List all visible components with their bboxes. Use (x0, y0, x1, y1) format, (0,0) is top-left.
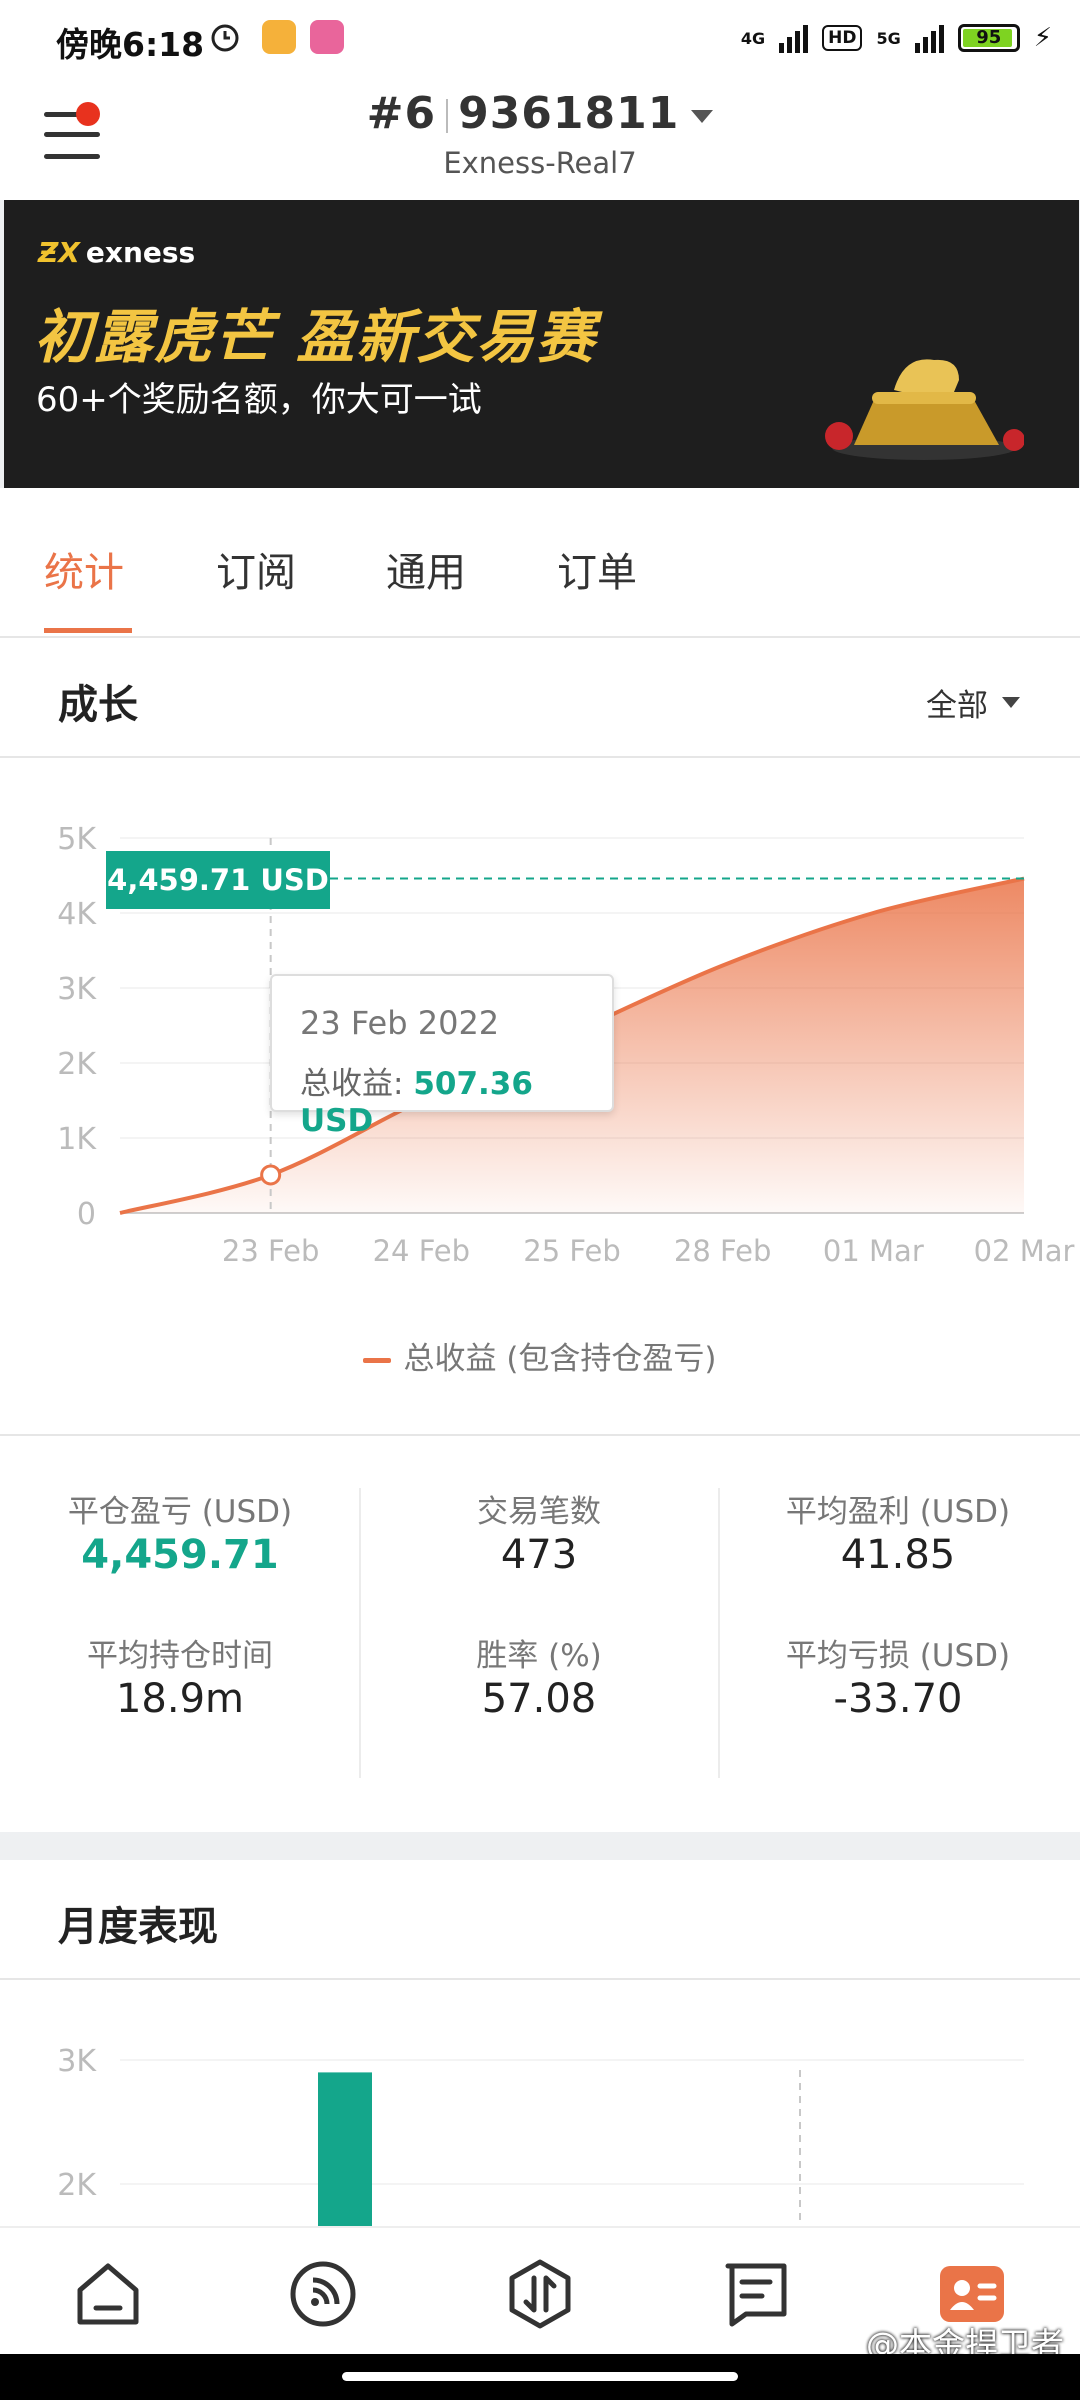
charging-icon: ⚡ (1033, 23, 1052, 53)
win-rate-value: 57.08 (481, 1676, 597, 1722)
account-separator (446, 99, 449, 133)
y-tick-label: 0 (77, 1197, 96, 1232)
y-tick-label: 2K (57, 2168, 97, 2203)
y-tick-label: 3K (57, 2044, 97, 2079)
tooltip-value-row: 总收益: 507.36 USD (300, 1058, 612, 1139)
legend-swatch (363, 1358, 392, 1363)
current-value-tag: 4,459.71 USD (106, 851, 330, 909)
chart-tooltip: 23 Feb 2022 总收益: 507.36 USD (270, 974, 614, 1139)
network-type-1: 4G (740, 28, 766, 48)
monthly-chart[interactable]: 3K 2K (0, 1980, 1080, 2226)
period-filter[interactable]: 全部 (926, 680, 1020, 725)
trade-count-value: 473 (500, 1532, 578, 1578)
home-indicator[interactable] (342, 2372, 738, 2381)
tab-subscription[interactable]: 订阅 (216, 540, 296, 598)
x-tick-label: 25 Feb (523, 1234, 620, 1268)
tooltip-date: 23 Feb 2022 (300, 1004, 500, 1042)
game-app-icon (310, 20, 344, 54)
promo-banner[interactable]: ƵX exness 初露虎芒 盈新交易赛 60+个奖励名额，你大可一试 (4, 200, 1079, 488)
battery-icon: 95 (957, 24, 1020, 52)
signal-feed-icon[interactable] (285, 2256, 361, 2332)
chevron-down-icon (691, 109, 714, 123)
chevron-down-icon (1002, 697, 1020, 708)
growth-title: 成长 (58, 682, 138, 728)
home-icon[interactable] (70, 2256, 146, 2332)
monthly-header: 月度表现 (0, 1860, 1080, 1980)
status-right: 4G HD 5G 95 ⚡ (741, 18, 1052, 58)
legend-label: 总收益 (包含持仓盈亏) (403, 1341, 717, 1377)
growth-chart-card: 0 1K 2K 3K 4K 5K 23 Feb 24 Feb 25 Feb 28 Feb 01 Ma… (0, 758, 1080, 1436)
stats-column-3: 平均盈利 (USD) 41.85 平均亏损 (USD) -33.70 (720, 1486, 1076, 1786)
gesture-bar (0, 2354, 1080, 2400)
tab-bar: 统计 订阅 通用 订单 (0, 488, 1080, 638)
period-filter-label: 全部 (926, 688, 988, 724)
y-tick-label: 2K (57, 1047, 97, 1082)
status-bar: 傍晚6:18 4G HD 5G 95 ⚡ (0, 0, 1080, 78)
hover-point[interactable] (260, 1164, 282, 1186)
trade-count-label: 交易笔数 (477, 1494, 601, 1530)
tab-statistics[interactable]: 统计 (44, 540, 124, 598)
x-tick-label: 28 Feb (674, 1234, 771, 1268)
monthly-chart-card: 3K 2K (0, 1980, 1080, 2226)
hd-badge: HD (822, 25, 863, 51)
server-name: Exness-Real7 (443, 146, 637, 180)
account-number: 9361811 (458, 88, 680, 139)
account-selector[interactable]: #6 9361811 (0, 88, 1080, 139)
y-tick-label: 3K (57, 972, 97, 1007)
trade-icon[interactable] (502, 2256, 578, 2332)
signal-icon-2 (914, 23, 944, 53)
active-tab-indicator (44, 628, 132, 633)
x-tick-label: 23 Feb (222, 1234, 319, 1268)
banner-subtitle: 60+个奖励名额，你大可一试 (36, 380, 482, 420)
stats-column-1: 平仓盈亏 (USD) 4,459.71 平均持仓时间 18.9m (2, 1486, 358, 1786)
status-time: 傍晚6:18 (56, 25, 205, 64)
tab-general[interactable]: 通用 (386, 540, 466, 598)
tiger-podium-image (825, 359, 1024, 460)
exness-logo: ƵX exness (38, 236, 196, 269)
y-tick-label: 1K (57, 1122, 97, 1157)
signal-icon (779, 23, 809, 53)
growth-header: 成长 全部 (0, 638, 1080, 758)
notes-app-icon (262, 20, 296, 54)
tooltip-label: 总收益: (300, 1066, 404, 1102)
win-rate-label: 胜率 (%) (476, 1638, 602, 1674)
battery-percent: 95 (976, 27, 1002, 48)
x-tick-label: 24 Feb (373, 1234, 470, 1268)
closed-pnl-value: 4,459.71 (81, 1532, 279, 1578)
x-tick-label: 01 Mar (823, 1234, 924, 1268)
stats-column-2: 交易笔数 473 胜率 (%) 57.08 (361, 1486, 717, 1786)
stats-panel: 平仓盈亏 (USD) 4,459.71 平均持仓时间 18.9m 交易笔数 47… (0, 1436, 1080, 1832)
closed-pnl-label: 平仓盈亏 (USD) (67, 1494, 293, 1530)
avg-profit-value: 41.85 (840, 1532, 956, 1578)
network-type-2: 5G (876, 28, 901, 48)
avg-hold-time-label: 平均持仓时间 (87, 1638, 273, 1674)
banner-headline: 初露虎芒 盈新交易赛 (34, 303, 597, 371)
x-tick-label: 02 Mar (974, 1234, 1075, 1268)
account-prefix: #6 (366, 88, 437, 139)
orders-icon[interactable] (718, 2256, 794, 2332)
y-tick-label: 5K (57, 822, 97, 857)
chart-legend: 总收益 (包含持仓盈亏) (0, 1333, 1080, 1378)
avg-profit-label: 平均盈利 (USD) (785, 1494, 1011, 1530)
avg-hold-time-value: 18.9m (115, 1676, 245, 1722)
bar[interactable] (318, 2072, 372, 2226)
avg-loss-label: 平均亏损 (USD) (785, 1638, 1011, 1674)
monthly-title: 月度表现 (58, 1904, 218, 1950)
alarm-icon (208, 20, 242, 54)
tab-orders[interactable]: 订单 (557, 540, 637, 598)
y-tick-label: 4K (57, 897, 97, 932)
avg-loss-value: -33.70 (833, 1676, 963, 1722)
